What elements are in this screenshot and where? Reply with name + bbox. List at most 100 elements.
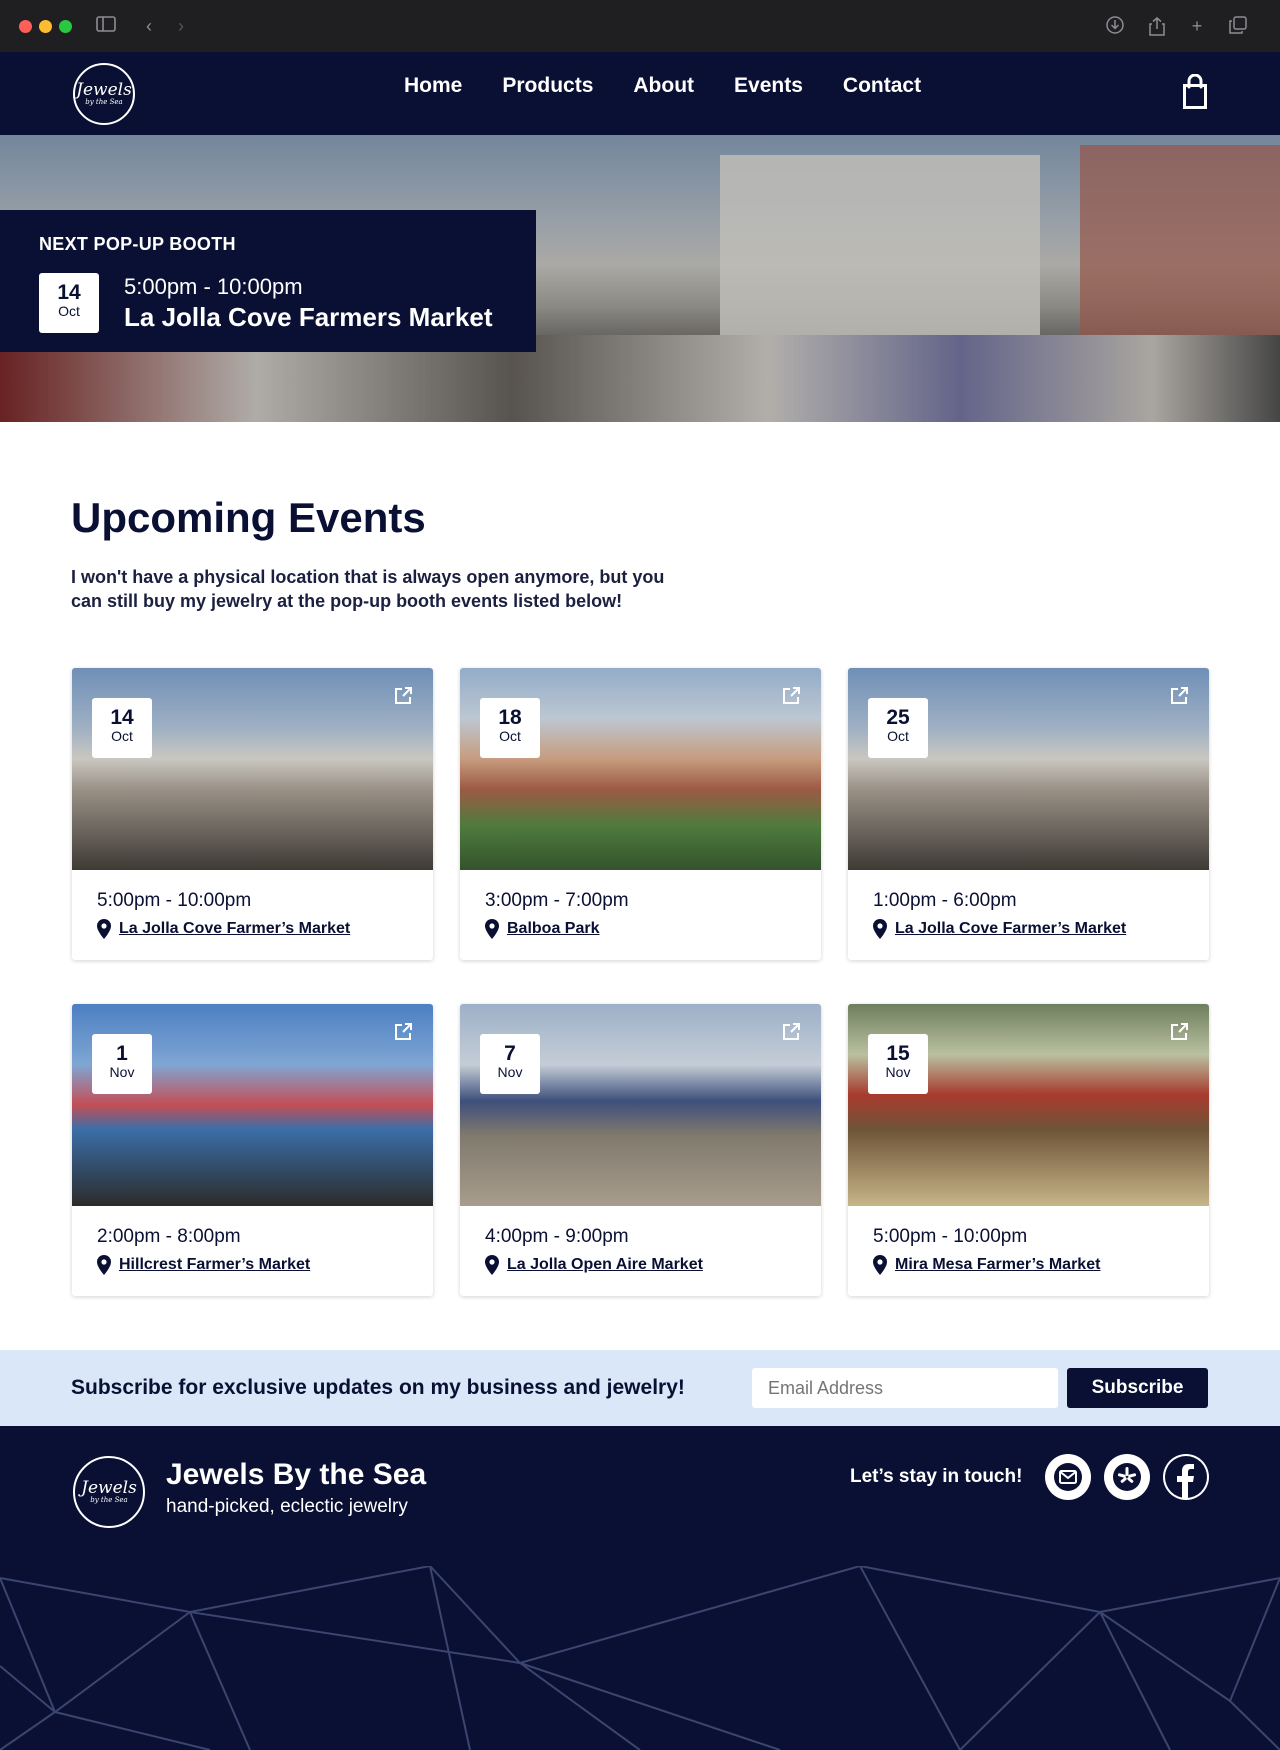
footer-stay-in-touch: Let’s stay in touch! <box>850 1466 1023 1487</box>
external-link-icon[interactable] <box>781 1022 801 1042</box>
shopping-bag-icon[interactable] <box>1180 74 1210 110</box>
date-day: 14 <box>110 706 134 729</box>
logo-subtext: by the Sea <box>85 98 123 106</box>
event-time: 1:00pm - 6:00pm <box>873 890 1017 911</box>
event-date: 14 Oct <box>92 698 152 758</box>
facebook-icon[interactable] <box>1163 1454 1209 1500</box>
date-day: 1 <box>116 1042 128 1065</box>
main-nav: Home Products About Events Contact <box>404 74 921 98</box>
event-location-link[interactable]: Balboa Park <box>507 920 599 938</box>
nav-link-contact[interactable]: Contact <box>843 74 921 98</box>
event-card[interactable]: 15 Nov 5:00pm - 10:00pm Mira Mesa Farmer… <box>848 1004 1209 1296</box>
next-booth-label: NEXT POP-UP BOOTH <box>39 234 236 254</box>
event-location: Mira Mesa Farmer’s Market <box>873 1255 1100 1275</box>
next-booth-place: La Jolla Cove Farmers Market <box>124 302 493 332</box>
minimize-window-button[interactable] <box>39 20 52 33</box>
event-location-link[interactable]: La Jolla Cove Farmer’s Market <box>119 920 350 938</box>
event-location-link[interactable]: La Jolla Cove Farmer’s Market <box>895 920 1126 938</box>
new-tab-icon[interactable]: + <box>1187 16 1207 36</box>
map-pin-icon <box>97 919 111 939</box>
date-month: Nov <box>885 1064 911 1080</box>
map-pin-icon <box>485 1255 499 1275</box>
tab-overview-icon[interactable] <box>1228 16 1248 36</box>
next-booth-date: 14 Oct <box>39 273 99 333</box>
event-time: 3:00pm - 7:00pm <box>485 890 629 911</box>
nav-link-home[interactable]: Home <box>404 74 462 98</box>
yelp-icon[interactable] <box>1104 1454 1150 1500</box>
event-location-link[interactable]: Hillcrest Farmer’s Market <box>119 1256 310 1274</box>
forward-icon[interactable]: › <box>171 16 191 36</box>
back-icon[interactable]: ‹ <box>139 16 159 36</box>
subscribe-bar: Subscribe for exclusive updates on my bu… <box>0 1350 1280 1426</box>
download-icon[interactable] <box>1105 16 1125 36</box>
browser-toolbar: ‹ › + <box>0 0 1280 52</box>
sidebar-toggle-icon[interactable] <box>96 16 116 36</box>
mail-icon[interactable] <box>1045 1454 1091 1500</box>
event-date: 7 Nov <box>480 1034 540 1094</box>
nav-link-about[interactable]: About <box>633 74 694 98</box>
site-header: Jewels by the Sea Home Products About Ev… <box>0 52 1280 135</box>
date-month: Oct <box>887 728 909 744</box>
intro-text: I won't have a physical location that is… <box>71 567 665 611</box>
event-date: 25 Oct <box>868 698 928 758</box>
event-location-link[interactable]: Mira Mesa Farmer’s Market <box>895 1256 1100 1274</box>
share-icon[interactable] <box>1147 16 1167 36</box>
event-time: 5:00pm - 10:00pm <box>873 1226 1028 1247</box>
footer-tagline: hand-picked, eclectic jewelry <box>166 1496 408 1517</box>
date-day: 15 <box>886 1042 910 1065</box>
footer-logo[interactable]: Jewels by the Sea <box>73 1456 145 1528</box>
date-month: Oct <box>499 728 521 744</box>
external-link-icon[interactable] <box>1169 1022 1189 1042</box>
date-month: Nov <box>497 1064 523 1080</box>
external-link-icon[interactable] <box>1169 686 1189 706</box>
external-link-icon[interactable] <box>781 686 801 706</box>
event-card[interactable]: 7 Nov 4:00pm - 9:00pm La Jolla Open Aire… <box>460 1004 821 1296</box>
map-pin-icon <box>485 919 499 939</box>
event-location-link[interactable]: La Jolla Open Aire Market <box>507 1256 703 1274</box>
email-input[interactable] <box>752 1368 1058 1408</box>
site-footer: Jewels by the Sea Jewels By the Sea hand… <box>0 1426 1280 1750</box>
event-location: La Jolla Cove Farmer’s Market <box>873 919 1126 939</box>
zoom-window-button[interactable] <box>59 20 72 33</box>
event-card[interactable]: 14 Oct 5:00pm - 10:00pm La Jolla Cove Fa… <box>72 668 433 960</box>
map-pin-icon <box>97 1255 111 1275</box>
page-title: Upcoming Events <box>71 494 426 541</box>
event-location: Balboa Park <box>485 919 599 939</box>
event-location: La Jolla Cove Farmer’s Market <box>97 919 350 939</box>
nav-link-events[interactable]: Events <box>734 74 803 98</box>
event-date: 15 Nov <box>868 1034 928 1094</box>
date-day: 25 <box>886 706 910 729</box>
subscribe-button[interactable]: Subscribe <box>1067 1368 1208 1408</box>
event-location: La Jolla Open Aire Market <box>485 1255 703 1275</box>
event-time: 5:00pm - 10:00pm <box>97 890 252 911</box>
event-time: 4:00pm - 9:00pm <box>485 1226 629 1247</box>
event-time: 2:00pm - 8:00pm <box>97 1226 241 1247</box>
map-pin-icon <box>873 919 887 939</box>
map-pin-icon <box>873 1255 887 1275</box>
external-link-icon[interactable] <box>393 1022 413 1042</box>
nav-link-products[interactable]: Products <box>502 74 593 98</box>
subscribe-text: Subscribe for exclusive updates on my bu… <box>71 1376 685 1399</box>
footer-brand: Jewels By the Sea <box>166 1458 427 1491</box>
logo-text: Jewels <box>81 1478 137 1498</box>
logo-subtext: by the Sea <box>90 1496 128 1504</box>
next-booth-banner: NEXT POP-UP BOOTH 14 Oct 5:00pm - 10:00p… <box>0 210 536 352</box>
event-card[interactable]: 25 Oct 1:00pm - 6:00pm La Jolla Cove Far… <box>848 668 1209 960</box>
next-booth-time: 5:00pm - 10:00pm <box>124 274 303 299</box>
site-logo[interactable]: Jewels by the Sea <box>73 63 135 125</box>
date-day: 14 <box>57 281 81 304</box>
logo-text: Jewels <box>76 80 132 100</box>
event-date: 1 Nov <box>92 1034 152 1094</box>
close-window-button[interactable] <box>19 20 32 33</box>
date-day: 18 <box>498 706 522 729</box>
event-card[interactable]: 18 Oct 3:00pm - 7:00pm Balboa Park <box>460 668 821 960</box>
event-card[interactable]: 1 Nov 2:00pm - 8:00pm Hillcrest Farmer’s… <box>72 1004 433 1296</box>
date-month: Oct <box>58 303 80 319</box>
date-month: Nov <box>109 1064 135 1080</box>
event-location: Hillcrest Farmer’s Market <box>97 1255 310 1275</box>
footer-mesh-decoration <box>0 1566 1280 1750</box>
event-date: 18 Oct <box>480 698 540 758</box>
date-month: Oct <box>111 728 133 744</box>
date-day: 7 <box>504 1042 516 1065</box>
external-link-icon[interactable] <box>393 686 413 706</box>
